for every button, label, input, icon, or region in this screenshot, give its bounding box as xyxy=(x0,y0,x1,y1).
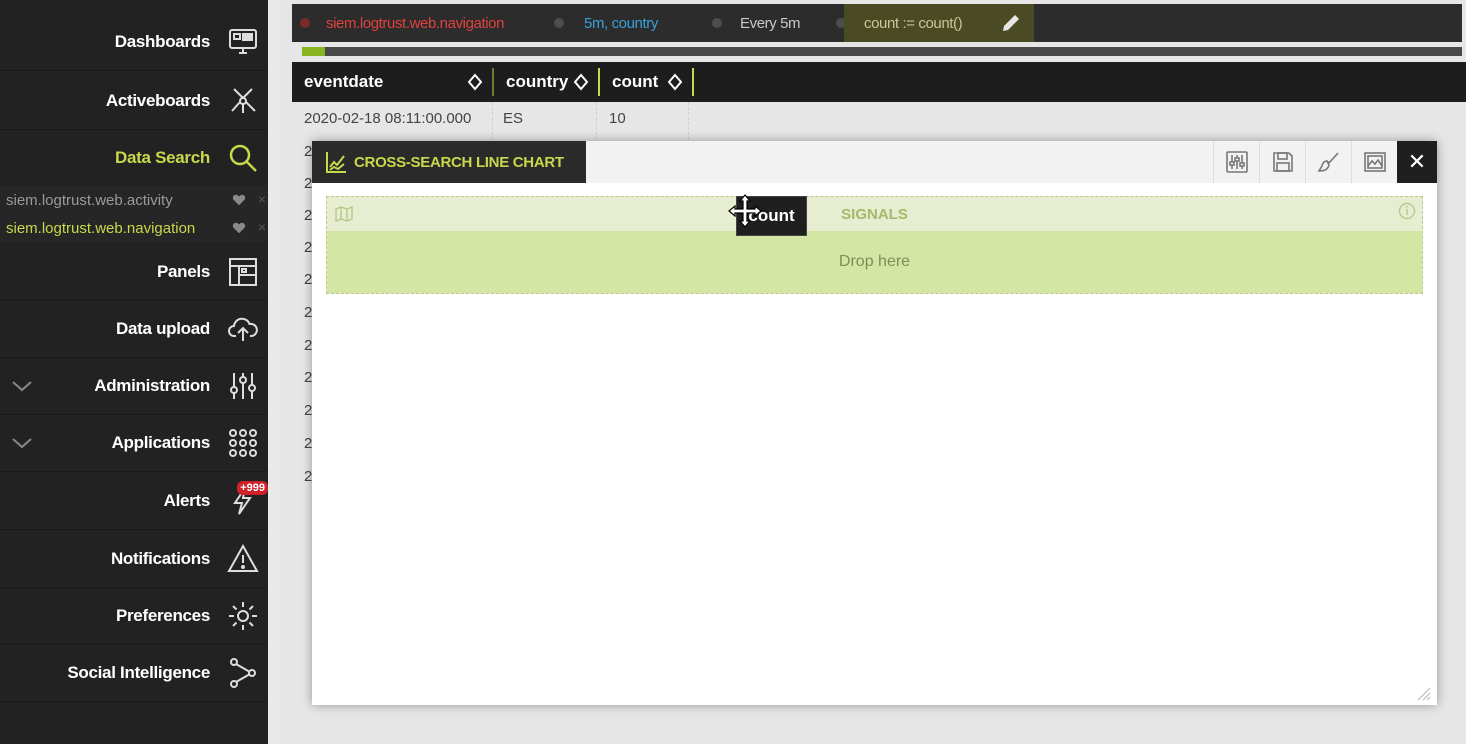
dashboard-icon xyxy=(226,25,260,59)
column-header-eventdate[interactable]: eventdate xyxy=(292,62,492,102)
table-row[interactable]: 2020-02-18 08:11:00.000 ES 10 xyxy=(292,102,692,134)
alerts-badge: +999 xyxy=(237,481,268,495)
table-cell-eventdate: 2020-02-18 08:11:00.000 xyxy=(304,109,472,127)
sort-icon[interactable] xyxy=(572,73,590,91)
pencil-icon[interactable] xyxy=(1000,12,1022,34)
sidebar-item-alerts[interactable]: Alerts +999 xyxy=(0,473,268,530)
cloud-upload-icon xyxy=(226,312,260,346)
panels-icon xyxy=(226,255,260,289)
resize-grip-icon[interactable] xyxy=(1413,683,1431,701)
column-header-label: count xyxy=(612,72,659,91)
warning-icon xyxy=(226,542,260,576)
sidebar-item-data-search[interactable]: Data Search xyxy=(0,130,268,187)
heart-icon[interactable] xyxy=(232,221,246,235)
export-image-button[interactable] xyxy=(1351,141,1397,183)
signals-drop-zone[interactable]: SIGNALS Drop here xyxy=(326,196,1423,294)
sidebar-item-activeboards[interactable]: Activeboards xyxy=(0,73,268,130)
sidebar-item-data-upload[interactable]: Data upload xyxy=(0,301,268,358)
progress-fill xyxy=(302,47,326,56)
sidebar-item-applications[interactable]: Applications xyxy=(0,415,268,472)
panel-header[interactable]: CROSS-SEARCH LINE CHART ✕ xyxy=(312,141,1437,183)
grid-icon xyxy=(226,426,260,460)
sidebar-item-panels[interactable]: Panels xyxy=(0,244,268,301)
open-search-navigation[interactable]: siem.logtrust.web.navigation × xyxy=(0,214,268,242)
open-search-activity[interactable]: siem.logtrust.web.activity × xyxy=(0,186,268,214)
query-breadcrumb: siem.logtrust.web.navigation 5m, country… xyxy=(292,4,1462,42)
column-header-label: country xyxy=(506,72,569,91)
column-header-country[interactable]: country xyxy=(494,62,598,102)
chevron-down-icon[interactable] xyxy=(10,376,34,396)
table-cell-count: 10 xyxy=(609,109,626,127)
table-cell-country: ES xyxy=(503,109,524,127)
signals-label: SIGNALS xyxy=(841,205,908,223)
close-icon: ✕ xyxy=(1407,149,1427,174)
map-icon xyxy=(335,205,353,223)
share-icon xyxy=(226,656,260,690)
line-chart-icon xyxy=(324,150,348,174)
sidebar-item-notifications[interactable]: Notifications xyxy=(0,531,268,588)
move-cursor-icon xyxy=(727,193,763,229)
close-button[interactable]: ✕ xyxy=(1397,141,1437,183)
sidebar-item-label: Notifications xyxy=(110,549,210,568)
open-search-label: siem.logtrust.web.navigation xyxy=(6,219,196,237)
sidebar-item-label: Alerts xyxy=(163,491,211,510)
column-separator[interactable] xyxy=(692,68,694,96)
sidebar-item-label: Activeboards xyxy=(105,91,210,110)
sidebar-item-label: Applications xyxy=(111,433,211,452)
sidebar-item-label: Dashboards xyxy=(114,32,211,51)
panel-title-tab: CROSS-SEARCH LINE CHART xyxy=(312,141,586,183)
column-header-label: eventdate xyxy=(304,72,384,91)
sidebar: Dashboards Activeboards Data Search siem… xyxy=(0,0,268,744)
style-button[interactable] xyxy=(1305,141,1351,183)
sliders-icon xyxy=(1225,151,1248,173)
sort-icon[interactable] xyxy=(466,73,484,91)
sort-icon[interactable] xyxy=(666,73,684,91)
breadcrumb-group[interactable]: 5m, country xyxy=(584,4,658,42)
column-header-count[interactable]: count xyxy=(600,62,692,102)
heart-icon[interactable] xyxy=(232,193,246,207)
breadcrumb-dot xyxy=(712,18,722,28)
drop-label: Drop here xyxy=(838,253,911,270)
sidebar-item-social-intelligence[interactable]: Social Intelligence xyxy=(0,645,268,702)
sidebar-item-label: Preferences xyxy=(115,606,210,625)
sliders-icon xyxy=(226,369,260,403)
breadcrumb-aggregation: count := count() xyxy=(864,14,963,32)
brush-icon xyxy=(1317,152,1339,172)
sidebar-item-administration[interactable]: Administration xyxy=(0,358,268,415)
sidebar-item-label: Administration xyxy=(94,376,210,395)
sidebar-item-label: Data Search xyxy=(115,148,210,167)
progress-bar xyxy=(302,47,1462,56)
app-window: Dashboards Activeboards Data Search siem… xyxy=(0,0,1466,744)
sidebar-item-dashboards[interactable]: Dashboards xyxy=(0,14,268,71)
gear-icon xyxy=(226,599,260,633)
sidebar-divider[interactable] xyxy=(268,0,280,744)
drop-target[interactable]: Drop here xyxy=(327,231,1422,293)
save-icon xyxy=(1272,152,1293,172)
sidebar-item-label: Social Intelligence xyxy=(67,663,210,682)
sidebar-item-label: Data upload xyxy=(116,319,210,338)
sidebar-item-label: Panels xyxy=(156,262,210,281)
sidebar-item-preferences[interactable]: Preferences xyxy=(0,588,268,645)
save-button[interactable] xyxy=(1259,141,1305,183)
breadcrumb-dot xyxy=(300,18,310,28)
close-icon[interactable]: × xyxy=(258,191,266,207)
open-search-label: siem.logtrust.web.activity xyxy=(6,191,173,209)
breadcrumb-dot xyxy=(554,18,564,28)
close-icon[interactable]: × xyxy=(258,219,266,235)
cross-search-chart-panel: CROSS-SEARCH LINE CHART ✕ SIGNALS Drop h… xyxy=(312,141,1437,705)
panel-title: CROSS-SEARCH LINE CHART xyxy=(354,153,564,171)
network-icon xyxy=(226,84,260,118)
chevron-down-icon[interactable] xyxy=(10,433,34,453)
signals-header: SIGNALS xyxy=(327,197,1422,231)
search-icon xyxy=(226,141,260,175)
breadcrumb-table[interactable]: siem.logtrust.web.navigation xyxy=(326,4,504,42)
image-icon xyxy=(1363,152,1386,172)
breadcrumb-aggregation-block[interactable]: count := count() xyxy=(844,4,1034,42)
info-icon[interactable] xyxy=(1398,202,1416,220)
table-header: eventdate country count xyxy=(292,62,1466,102)
breadcrumb-every[interactable]: Every 5m xyxy=(740,4,801,42)
settings-button[interactable] xyxy=(1213,141,1259,183)
